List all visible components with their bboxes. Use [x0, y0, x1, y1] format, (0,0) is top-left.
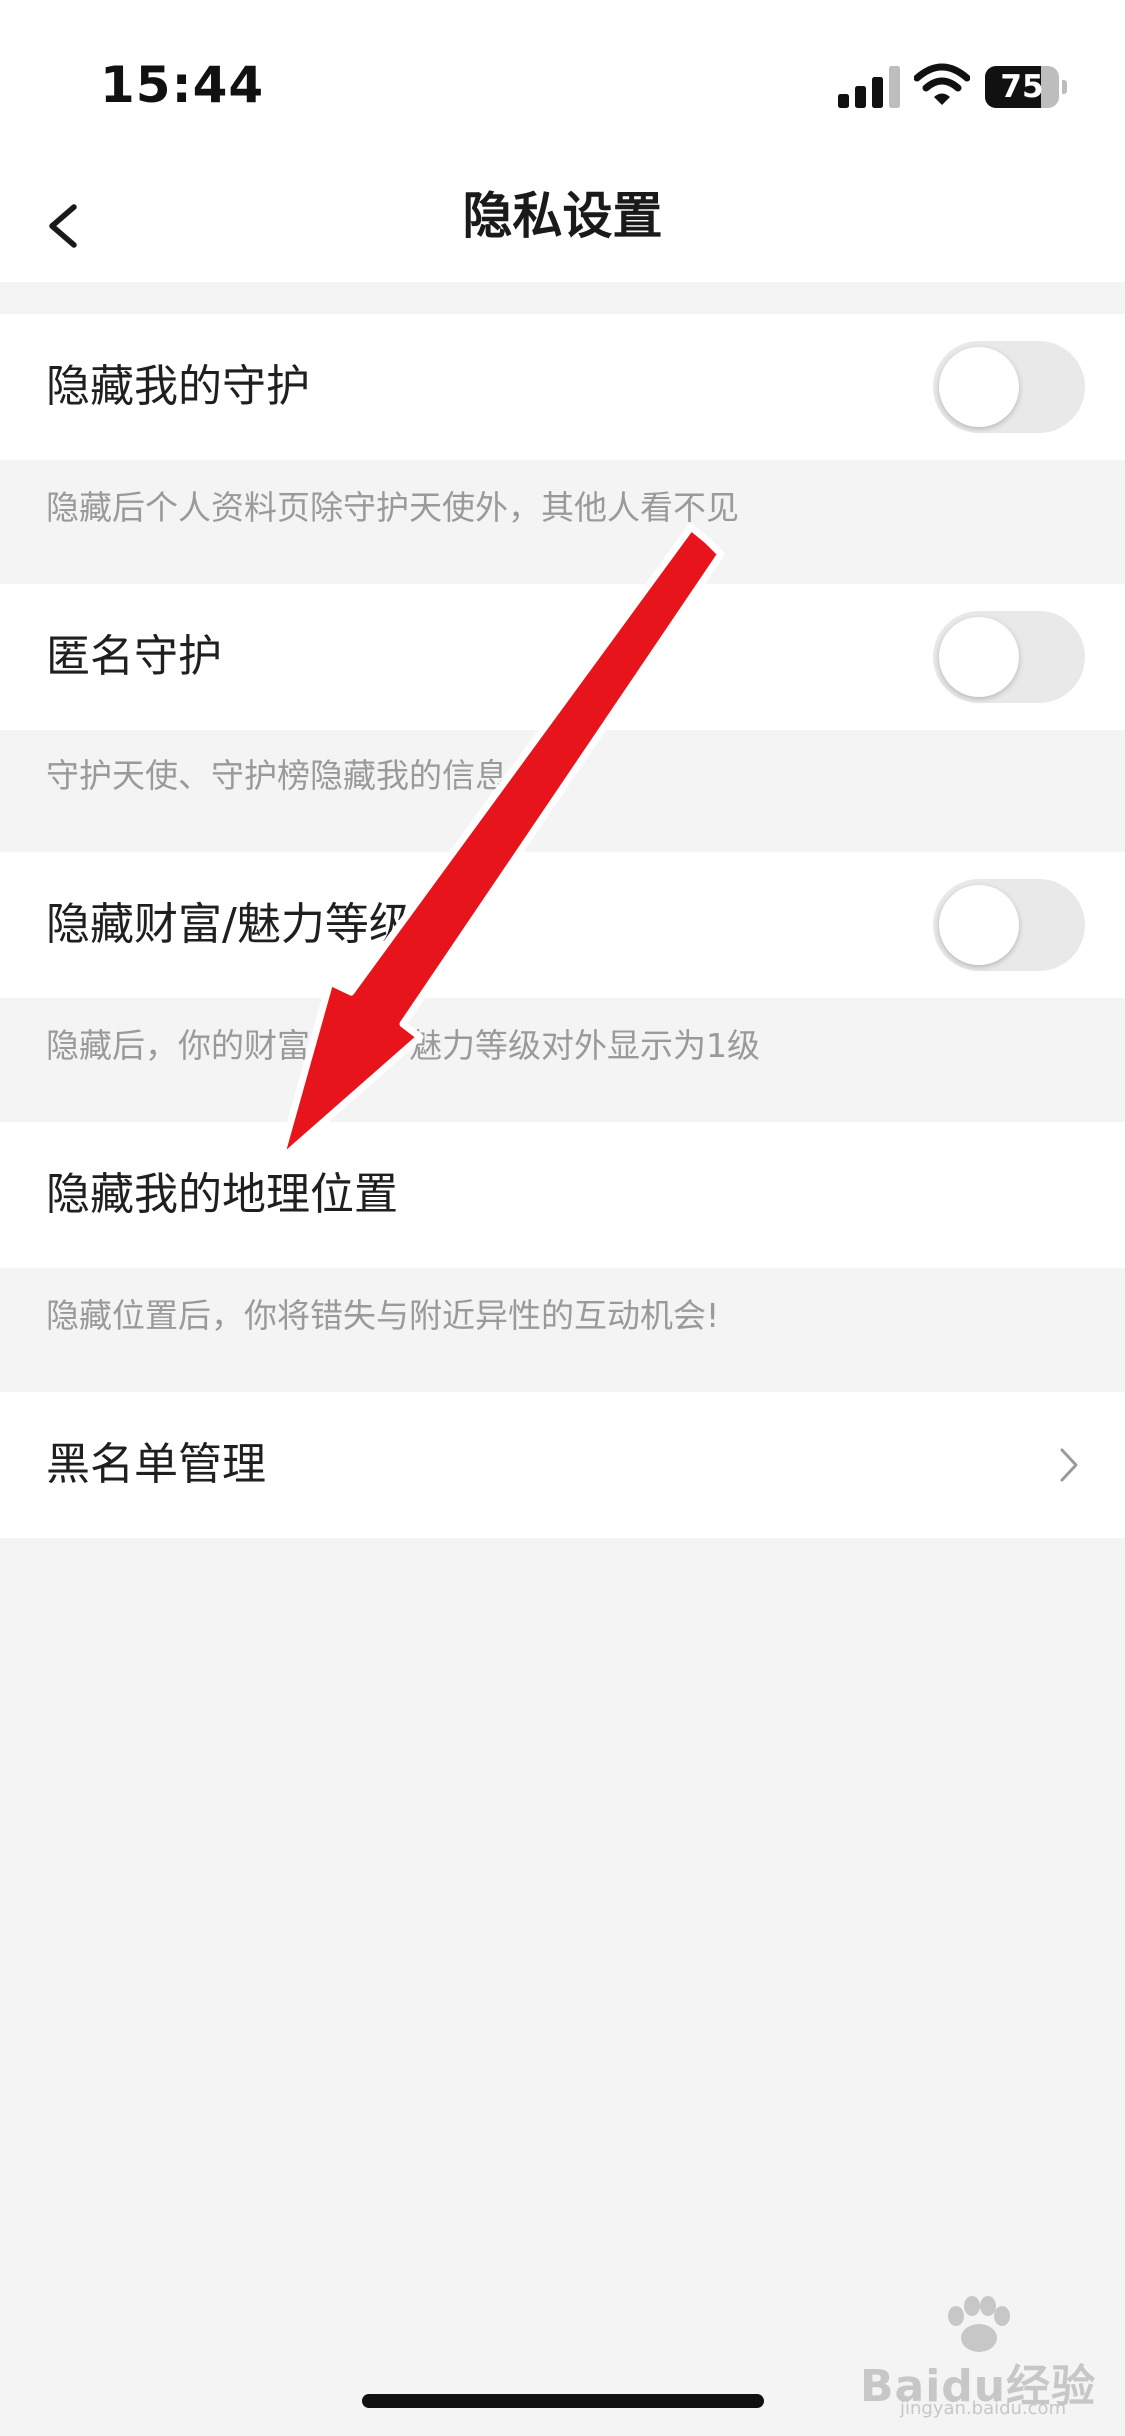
- watermark-subtext: jingyan.baidu.com: [900, 2398, 1067, 2419]
- setting-label: 隐藏我的地理位置: [46, 1169, 398, 1220]
- cellular-signal-icon: [838, 66, 900, 108]
- status-bar: 15:44 75: [0, 0, 1125, 170]
- setting-label: 隐藏财富/魅力等级: [46, 899, 413, 950]
- toggle-knob: [939, 885, 1019, 965]
- home-indicator: [362, 2394, 764, 2408]
- setting-row-anonymous-guard: 匿名守护: [0, 584, 1125, 730]
- toggle-knob: [939, 617, 1019, 697]
- toggle-knob: [939, 347, 1019, 427]
- hide-level-toggle[interactable]: [933, 879, 1085, 971]
- status-time: 15:44: [100, 56, 265, 114]
- battery-percent: 75: [1000, 69, 1044, 105]
- setting-hint: 隐藏后个人资料页除守护天使外，其他人看不见: [46, 488, 739, 527]
- chevron-left-icon: [49, 204, 77, 248]
- wifi-icon: [914, 63, 970, 105]
- back-button[interactable]: [30, 180, 120, 272]
- battery-icon: 75: [985, 66, 1067, 108]
- page-title: 隐私设置: [462, 187, 663, 245]
- setting-label: 匿名守护: [46, 631, 222, 682]
- chevron-right-icon: [1060, 1448, 1078, 1482]
- setting-hint: 守护天使、守护榜隐藏我的信息: [46, 756, 508, 795]
- nav-bar: 隐私设置: [0, 170, 1125, 282]
- setting-row-hide-location[interactable]: 隐藏我的地理位置: [0, 1122, 1125, 1268]
- setting-label: 隐藏我的守护: [46, 361, 310, 412]
- setting-row-blacklist[interactable]: 黑名单管理: [0, 1392, 1125, 1538]
- setting-label: 黑名单管理: [46, 1439, 266, 1490]
- setting-row-hide-level: 隐藏财富/魅力等级: [0, 852, 1125, 998]
- setting-hint: 隐藏后，你的财富等级、魅力等级对外显示为1级: [46, 1026, 760, 1065]
- hide-guard-toggle[interactable]: [933, 341, 1085, 433]
- paw-icon: [948, 2296, 1010, 2352]
- setting-row-hide-guard: 隐藏我的守护: [0, 314, 1125, 460]
- baidu-watermark: Baidu经验 jingyan.baidu.com: [860, 2296, 1095, 2419]
- anonymous-guard-toggle[interactable]: [933, 611, 1085, 703]
- setting-hint: 隐藏位置后，你将错失与附近异性的互动机会!: [46, 1296, 720, 1335]
